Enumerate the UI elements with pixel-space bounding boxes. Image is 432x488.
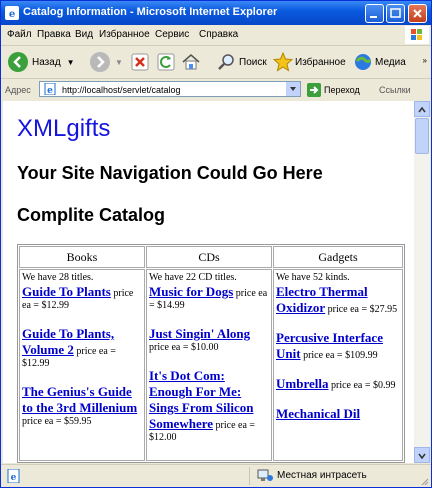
list-item: Music for Dogs price ea = $14.99 <box>149 284 269 312</box>
scroll-down-button[interactable] <box>414 447 430 463</box>
minimize-button[interactable] <box>365 4 384 23</box>
media-icon <box>355 54 372 70</box>
site-logo: XMLgifts <box>17 115 111 142</box>
forward-button[interactable]: ▼ <box>89 51 123 73</box>
status-bar: e Местная интрасеть <box>1 464 431 487</box>
site-navigation-heading: Your Site Navigation Could Go Here <box>17 163 323 183</box>
cd-link[interactable]: Just Singin' Along <box>149 326 250 341</box>
list-item: Guide To Plants price ea = $12.99 <box>22 284 142 312</box>
page-icon: e <box>44 83 56 95</box>
book-link[interactable]: Guide To Plants <box>22 284 111 299</box>
menu-view[interactable]: Вид <box>75 29 93 40</box>
address-input[interactable]: e http://localhost/servlet/catalog <box>39 81 301 97</box>
menu-file[interactable]: Файл <box>7 29 32 40</box>
resize-grip-icon[interactable] <box>419 476 429 486</box>
column-header-cds: CDs <box>146 246 272 268</box>
chevron-down-icon[interactable]: ▼ <box>115 58 123 67</box>
svg-text:e: e <box>11 473 17 483</box>
star-icon <box>273 52 293 72</box>
address-bar: Адрес e http://localhost/servlet/catalog… <box>1 79 431 100</box>
list-item: Percusive Interface Unit price ea = $109… <box>276 330 400 362</box>
browser-window: e Catalog Information - Microsoft Intern… <box>0 0 432 488</box>
zone-label: Местная интрасеть <box>277 470 367 481</box>
cd-link[interactable]: Music for Dogs <box>149 284 233 299</box>
price-text: price ea = $10.00 <box>149 342 219 353</box>
svg-text:e: e <box>47 86 53 95</box>
menu-help[interactable]: Справка <box>199 29 238 40</box>
menu-tools[interactable]: Сервис <box>155 29 189 40</box>
catalog-heading: Complite Catalog <box>17 205 166 225</box>
address-dropdown[interactable] <box>286 82 300 96</box>
intranet-zone-icon <box>257 469 273 481</box>
list-item: The Genius's Guide to the 3rd Millenium … <box>22 384 142 428</box>
menu-favorites[interactable]: Избранное <box>99 29 150 40</box>
price-text: price ea = $27.95 <box>327 304 398 315</box>
scroll-thumb[interactable] <box>415 118 429 154</box>
gadget-link[interactable]: Mechanical Dil <box>276 406 360 421</box>
books-intro: We have 28 titles. <box>22 272 94 283</box>
svg-text:e: e <box>9 9 15 20</box>
gadgets-intro: We have 52 kinds. <box>276 272 350 283</box>
windows-flag-icon <box>405 26 429 44</box>
price-text: price ea = $0.99 <box>330 380 396 391</box>
ie-icon: e <box>5 6 19 20</box>
vertical-scrollbar[interactable] <box>414 101 430 463</box>
status-divider <box>249 467 250 485</box>
home-button[interactable] <box>181 51 201 73</box>
page-content: XMLgifts Your Site Navigation Could Go H… <box>3 101 414 463</box>
list-item: Umbrella price ea = $0.99 <box>276 376 400 392</box>
stop-icon <box>131 53 149 71</box>
address-label: Адрес <box>5 85 31 95</box>
catalog-table: Books CDs Gadgets We have 28 titles. Gui… <box>17 244 405 463</box>
search-button[interactable]: Поиск <box>217 51 267 73</box>
search-label: Поиск <box>239 56 267 68</box>
chevrons-right-icon[interactable]: » <box>423 56 427 65</box>
list-item: Guide To Plants, Volume 2 price ea = $12… <box>22 326 142 370</box>
media-label: Медиа <box>375 56 406 68</box>
gadget-link[interactable]: Umbrella <box>276 376 328 391</box>
price-text: price ea = $59.95 <box>22 416 92 427</box>
title-bar[interactable]: e Catalog Information - Microsoft Intern… <box>1 1 431 25</box>
close-button[interactable] <box>408 4 427 23</box>
back-label: Назад <box>32 56 61 68</box>
menu-bar: Файл Правка Вид Избранное Сервис Справка <box>1 25 431 46</box>
search-icon <box>218 54 234 70</box>
chevron-down-icon[interactable]: ▼ <box>67 58 75 67</box>
price-text: price ea = $109.99 <box>303 350 378 361</box>
favorites-button[interactable]: Избранное <box>273 51 346 73</box>
gadgets-cell: We have 52 kinds. Electro Thermal Oxidiz… <box>273 269 403 461</box>
column-header-books: Books <box>19 246 145 268</box>
column-header-gadgets: Gadgets <box>273 246 403 268</box>
go-label: Переход <box>324 85 360 95</box>
menu-edit[interactable]: Правка <box>37 29 71 40</box>
links-button[interactable]: Ссылки <box>379 85 411 95</box>
standard-toolbar: Назад ▼ ▼ Поиск Избранное Медиа » <box>1 46 431 79</box>
list-item: Just Singin' Along price ea = $10.00 <box>149 326 269 354</box>
page-done-icon: e <box>7 469 20 483</box>
refresh-icon <box>157 53 175 71</box>
book-link[interactable]: The Genius's Guide to the 3rd Millenium <box>22 384 137 415</box>
go-arrow-icon <box>307 83 321 97</box>
address-url: http://localhost/servlet/catalog <box>62 85 181 95</box>
scroll-up-button[interactable] <box>414 101 430 117</box>
back-arrow-icon <box>8 52 28 72</box>
refresh-button[interactable] <box>157 51 175 73</box>
back-button[interactable]: Назад ▼ <box>7 51 75 73</box>
cds-cell: We have 22 CD titles. Music for Dogs pri… <box>146 269 272 461</box>
cds-intro: We have 22 CD titles. <box>149 272 237 283</box>
stop-button[interactable] <box>131 51 149 73</box>
forward-arrow-icon <box>90 52 110 72</box>
list-item: Mechanical Dil <box>276 406 400 422</box>
media-button[interactable]: Медиа <box>353 51 406 73</box>
favorites-label: Избранное <box>295 56 346 68</box>
maximize-button[interactable] <box>386 4 405 23</box>
go-button[interactable]: Переход <box>307 83 360 97</box>
list-item: Electro Thermal Oxidizor price ea = $27.… <box>276 284 400 316</box>
window-title: Catalog Information - Microsoft Internet… <box>23 6 278 18</box>
list-item: It's Dot Com: Enough For Me: Sings From … <box>149 368 269 444</box>
home-icon <box>182 54 200 70</box>
books-cell: We have 28 titles. Guide To Plants price… <box>19 269 145 461</box>
